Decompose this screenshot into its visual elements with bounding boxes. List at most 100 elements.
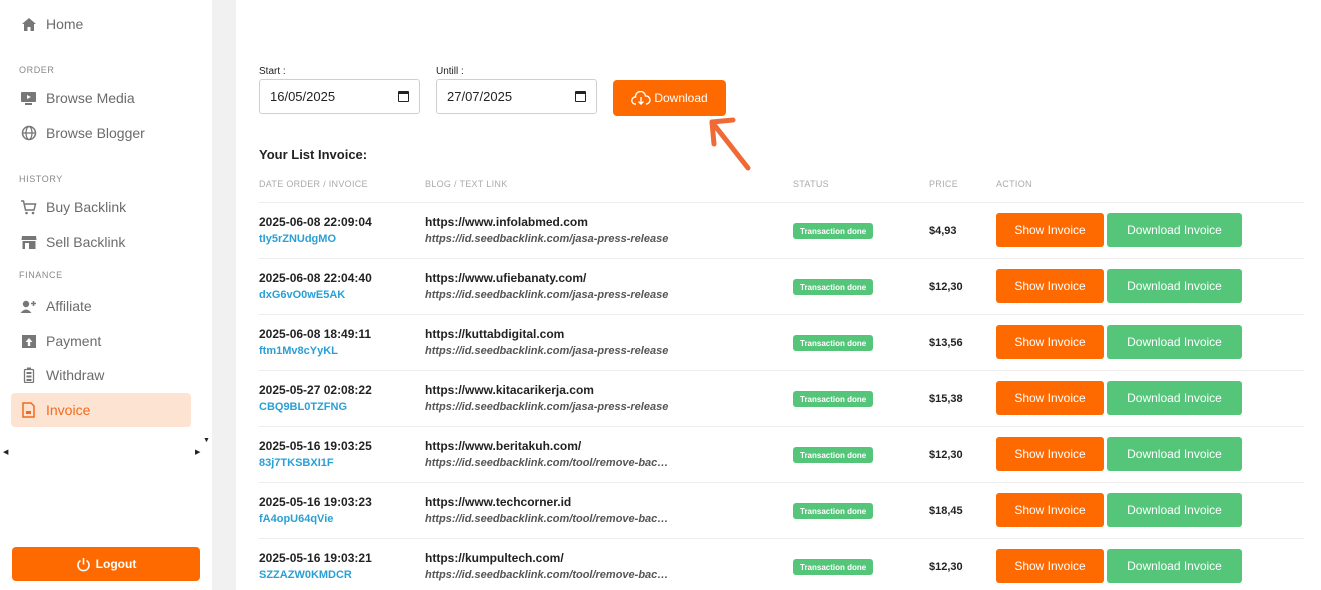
text-link: https://id.seedbacklink.com/tool/remove-… (425, 457, 669, 469)
cloud-download-icon (631, 90, 652, 106)
sidebar-item-home[interactable]: Home (11, 7, 191, 41)
table-row: 2025-06-08 22:04:40 dxG6vO0wE5AK https:/… (259, 258, 1304, 314)
invoice-id[interactable]: ftm1Mv8cYyKL (259, 345, 338, 357)
invoice-id[interactable]: fA4opU64qVie (259, 513, 333, 525)
order-date: 2025-05-16 19:03:21 (259, 551, 372, 565)
blog-url: https://www.kitacarikerja.com (425, 383, 594, 397)
sidebar-item-affiliate[interactable]: Affiliate (11, 289, 191, 323)
invoice-id[interactable]: SZZAZW0KMDCR (259, 569, 352, 581)
section-order: ORDER (19, 65, 55, 75)
order-date: 2025-06-08 22:04:40 (259, 271, 372, 285)
blog-url: https://kuttabdigital.com (425, 327, 565, 341)
sidebar-item-label: Browse Blogger (46, 125, 145, 141)
until-date-input[interactable]: 27/07/2025 (436, 79, 597, 114)
show-invoice-button[interactable]: Show Invoice (996, 213, 1104, 247)
order-date: 2025-05-27 02:08:22 (259, 383, 372, 397)
upload-box-icon (20, 333, 37, 350)
download-button[interactable]: Download (613, 80, 726, 116)
start-label: Start : (259, 66, 286, 77)
invoice-id[interactable]: tIy5rZNUdgMO (259, 233, 336, 245)
invoice-id[interactable]: dxG6vO0wE5AK (259, 289, 345, 301)
show-invoice-button[interactable]: Show Invoice (996, 493, 1104, 527)
sidebar-item-buy-backlink[interactable]: Buy Backlink (11, 190, 191, 224)
header-price: PRICE (929, 179, 959, 189)
start-date-value: 16/05/2025 (270, 89, 336, 104)
sidebar-item-label: Home (46, 16, 84, 32)
sidebar-item-label: Affiliate (46, 298, 92, 314)
status-badge: Transaction done (793, 559, 874, 575)
invoice-id[interactable]: CBQ9BL0TZFNG (259, 401, 347, 413)
scroll-right-arrow-icon[interactable]: ▶ (195, 448, 200, 456)
blog-url: https://kumpultech.com/ (425, 551, 564, 565)
header-status: STATUS (793, 179, 829, 189)
invoice-id[interactable]: 83j7TKSBXI1F (259, 457, 334, 469)
scroll-down-arrow-icon[interactable]: ▼ (203, 437, 210, 444)
status-badge: Transaction done (793, 223, 874, 239)
store-icon (20, 234, 37, 251)
download-invoice-button[interactable]: Download Invoice (1107, 381, 1242, 415)
sidebar-item-browse-media[interactable]: Browse Media (11, 81, 191, 115)
download-invoice-button[interactable]: Download Invoice (1107, 213, 1242, 247)
sidebar-item-payment[interactable]: Payment (11, 324, 191, 358)
download-invoice-button[interactable]: Download Invoice (1107, 437, 1242, 471)
user-plus-icon (20, 298, 37, 315)
blog-url: https://www.techcorner.id (425, 495, 572, 509)
text-link: https://id.seedbacklink.com/tool/remove-… (425, 569, 669, 581)
sidebar-item-browse-blogger[interactable]: Browse Blogger (11, 116, 191, 150)
download-invoice-button[interactable]: Download Invoice (1107, 493, 1242, 527)
status-badge: Transaction done (793, 279, 874, 295)
sidebar-item-label: Withdraw (46, 367, 105, 383)
order-date: 2025-06-08 22:09:04 (259, 215, 372, 229)
text-link: https://id.seedbacklink.com/jasa-press-r… (425, 233, 669, 245)
blog-url: https://www.infolabmed.com (425, 215, 588, 229)
scroll-left-arrow-icon[interactable]: ◀ (3, 448, 8, 456)
start-date-input[interactable]: 16/05/2025 (259, 79, 420, 114)
header-date-invoice: DATE ORDER / INVOICE (259, 179, 368, 189)
order-date: 2025-06-08 18:49:11 (259, 327, 372, 341)
download-label: Download (654, 91, 708, 105)
app: Home ORDER Browse Media Browse Blogger H… (0, 0, 1321, 590)
blog-url: https://www.beritakuh.com/ (425, 439, 582, 453)
table-row: 2025-05-16 19:03:23 fA4opU64qVie https:/… (259, 482, 1304, 538)
price: $15,38 (929, 393, 963, 405)
price: $4,93 (929, 225, 957, 237)
until-date-value: 27/07/2025 (447, 89, 513, 104)
globe-icon (20, 125, 37, 142)
download-invoice-button[interactable]: Download Invoice (1107, 269, 1242, 303)
until-label: Untill : (436, 66, 464, 77)
show-invoice-button[interactable]: Show Invoice (996, 325, 1104, 359)
calendar-icon[interactable] (575, 91, 586, 102)
text-link: https://id.seedbacklink.com/jasa-press-r… (425, 289, 669, 301)
price: $12,30 (929, 561, 963, 573)
sidebar-item-withdraw[interactable]: Withdraw (11, 358, 191, 392)
section-finance: FINANCE (19, 270, 63, 280)
show-invoice-button[interactable]: Show Invoice (996, 269, 1104, 303)
calendar-icon[interactable] (398, 91, 409, 102)
main-content: Start : 16/05/2025 Untill : 27/07/2025 D… (236, 0, 1321, 590)
invoice-file-icon (20, 402, 37, 419)
text-link: https://id.seedbacklink.com/jasa-press-r… (425, 401, 669, 413)
status-badge: Transaction done (793, 503, 874, 519)
sidebar-item-label: Sell Backlink (46, 234, 126, 250)
sidebar-item-label: Invoice (46, 402, 91, 418)
battery-icon (20, 367, 37, 384)
show-invoice-button[interactable]: Show Invoice (996, 381, 1104, 415)
order-date: 2025-05-16 19:03:25 (259, 439, 372, 453)
status-badge: Transaction done (793, 391, 874, 407)
sidebar-gutter (212, 0, 236, 590)
price: $12,30 (929, 449, 963, 461)
table-row: 2025-05-16 19:03:25 83j7TKSBXI1F https:/… (259, 426, 1304, 482)
sidebar-item-sell-backlink[interactable]: Sell Backlink (11, 225, 191, 259)
show-invoice-button[interactable]: Show Invoice (996, 437, 1104, 471)
cart-icon (20, 199, 37, 216)
home-icon (20, 16, 37, 33)
show-invoice-button[interactable]: Show Invoice (996, 549, 1104, 583)
logout-button[interactable]: Logout (12, 547, 200, 581)
download-invoice-button[interactable]: Download Invoice (1107, 325, 1242, 359)
table-row: 2025-06-08 22:09:04 tIy5rZNUdgMO https:/… (259, 202, 1304, 258)
monitor-play-icon (20, 90, 37, 107)
download-invoice-button[interactable]: Download Invoice (1107, 549, 1242, 583)
price: $18,45 (929, 505, 963, 517)
header-action: ACTION (996, 179, 1032, 189)
sidebar-item-invoice[interactable]: Invoice (11, 393, 191, 427)
